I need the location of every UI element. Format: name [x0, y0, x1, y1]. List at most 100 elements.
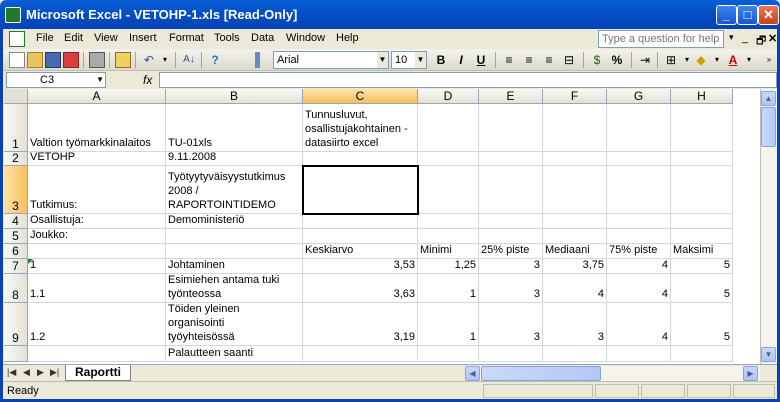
- cell-f6[interactable]: Mediaani: [543, 244, 607, 259]
- toolbar-options-icon[interactable]: »: [761, 52, 777, 68]
- row-header[interactable]: 3: [4, 166, 28, 214]
- cell-h2[interactable]: [671, 152, 733, 166]
- select-all-corner[interactable]: [4, 89, 28, 104]
- menu-edit[interactable]: Edit: [64, 32, 83, 44]
- cell-g4[interactable]: [607, 214, 671, 229]
- insert-function-icon[interactable]: fx: [143, 73, 152, 87]
- help-dropdown-icon[interactable]: ▾: [729, 32, 734, 43]
- size-dropdown-icon[interactable]: ▼: [415, 52, 426, 68]
- cell-f3[interactable]: [543, 166, 607, 214]
- italic-button[interactable]: I: [453, 52, 469, 68]
- cell-d2[interactable]: [418, 152, 479, 166]
- undo-icon[interactable]: ↶: [141, 52, 157, 68]
- currency-icon[interactable]: $: [589, 52, 605, 68]
- print-icon[interactable]: [89, 52, 105, 68]
- cell-e3[interactable]: [479, 166, 543, 214]
- first-sheet-icon[interactable]: |◀: [7, 367, 16, 378]
- cell-c7[interactable]: 3,53: [303, 259, 418, 274]
- cell-a3[interactable]: Tutkimus:: [28, 166, 166, 214]
- cell-g6[interactable]: 75% piste: [607, 244, 671, 259]
- row-header[interactable]: 2: [4, 151, 28, 166]
- undo-dropdown-icon[interactable]: ▾: [157, 52, 173, 68]
- column-header-g[interactable]: G: [607, 89, 671, 104]
- cell-gnext[interactable]: [607, 346, 671, 362]
- format-painter-icon[interactable]: [115, 52, 131, 68]
- vertical-scroll-thumb[interactable]: [761, 107, 776, 147]
- cell-enext[interactable]: [479, 346, 543, 362]
- cell-h6[interactable]: Maksimi: [671, 244, 733, 259]
- prev-sheet-icon[interactable]: ◀: [23, 367, 30, 378]
- workbook-icon[interactable]: [9, 31, 25, 47]
- scroll-left-icon[interactable]: ◀: [465, 366, 480, 381]
- new-icon[interactable]: [9, 52, 25, 68]
- cell-a9[interactable]: 1.2: [28, 303, 166, 346]
- doc-minimize-icon[interactable]: _: [742, 32, 748, 44]
- cell-g8[interactable]: 4: [607, 274, 671, 303]
- menu-data[interactable]: Data: [251, 32, 274, 44]
- row-header[interactable]: 6: [4, 244, 28, 259]
- doc-close-icon[interactable]: ✕: [768, 32, 777, 45]
- cell-f2[interactable]: [543, 152, 607, 166]
- cell-c1[interactable]: Tunnusluvut, osallistujakohtainen - data…: [303, 104, 418, 152]
- cell-c9[interactable]: 3,19: [303, 303, 418, 346]
- horizontal-scrollbar[interactable]: ◀ ▶: [465, 366, 760, 381]
- column-header-d[interactable]: D: [418, 89, 479, 104]
- cell-h7[interactable]: 5: [671, 259, 733, 274]
- maximize-button[interactable]: □: [737, 5, 758, 25]
- formula-input[interactable]: [159, 72, 777, 88]
- cell-b9[interactable]: Töiden yleinen organisointi työyhteisöss…: [166, 303, 303, 346]
- cell-a6[interactable]: [28, 244, 166, 259]
- cell-h5[interactable]: [671, 229, 733, 244]
- save-icon[interactable]: [45, 52, 61, 68]
- cell-c6[interactable]: Keskiarvo: [303, 244, 418, 259]
- cell-g3[interactable]: [607, 166, 671, 214]
- cell-g1[interactable]: [607, 104, 671, 152]
- menu-help[interactable]: Help: [336, 32, 359, 44]
- cell-h1[interactable]: [671, 104, 733, 152]
- column-header-f[interactable]: F: [543, 89, 607, 104]
- cell-a2[interactable]: VETOHP: [28, 152, 166, 166]
- percent-button[interactable]: %: [609, 52, 625, 68]
- cell-d6[interactable]: Minimi: [418, 244, 479, 259]
- menu-insert[interactable]: Insert: [129, 32, 157, 44]
- menu-window[interactable]: Window: [286, 32, 325, 44]
- cell-f1[interactable]: [543, 104, 607, 152]
- sheet-tab-raportti[interactable]: Raportti: [65, 365, 131, 381]
- cell-a1[interactable]: Valtion työmarkkinalaitos: [28, 104, 166, 152]
- cell-g2[interactable]: [607, 152, 671, 166]
- horizontal-scroll-thumb[interactable]: [481, 366, 601, 381]
- menu-view[interactable]: View: [94, 32, 118, 44]
- fill-dropdown-icon[interactable]: ▾: [709, 52, 725, 68]
- minimize-button[interactable]: _: [716, 5, 737, 25]
- vertical-scrollbar[interactable]: ▲ ▼: [760, 89, 777, 364]
- font-color-dropdown-icon[interactable]: ▾: [741, 52, 757, 68]
- cell-dnext[interactable]: [418, 346, 479, 362]
- cell-d4[interactable]: [418, 214, 479, 229]
- font-name-select[interactable]: Arial ▼: [273, 51, 389, 69]
- column-header-a[interactable]: A: [28, 89, 166, 104]
- cell-b1[interactable]: TU-01xls: [166, 104, 303, 152]
- name-box-dropdown-icon[interactable]: ▼: [96, 73, 104, 87]
- cell-e8[interactable]: 3: [479, 274, 543, 303]
- cell-c3[interactable]: [303, 166, 418, 214]
- align-center-icon[interactable]: ≡: [521, 52, 537, 68]
- cell-g7[interactable]: 4: [607, 259, 671, 274]
- cell-f8[interactable]: 4: [543, 274, 607, 303]
- cell-c4[interactable]: [303, 214, 418, 229]
- last-sheet-icon[interactable]: ▶|: [50, 367, 59, 378]
- cell-e7[interactable]: 3: [479, 259, 543, 274]
- cell-fnext[interactable]: [543, 346, 607, 362]
- row-header[interactable]: 5: [4, 229, 28, 244]
- cell-e6[interactable]: 25% piste: [479, 244, 543, 259]
- align-left-icon[interactable]: ≡: [501, 52, 517, 68]
- cell-a7[interactable]: 1: [28, 259, 166, 274]
- cell-h8[interactable]: 5: [671, 274, 733, 303]
- help-search-input[interactable]: Type a question for help: [598, 30, 724, 48]
- bold-button[interactable]: B: [433, 52, 449, 68]
- cell-d3[interactable]: [418, 166, 479, 214]
- help-icon[interactable]: ?: [207, 52, 223, 68]
- row-header[interactable]: 7: [4, 259, 28, 274]
- font-dropdown-icon[interactable]: ▼: [377, 52, 388, 68]
- underline-button[interactable]: U: [473, 52, 489, 68]
- row-header[interactable]: 9: [4, 303, 28, 346]
